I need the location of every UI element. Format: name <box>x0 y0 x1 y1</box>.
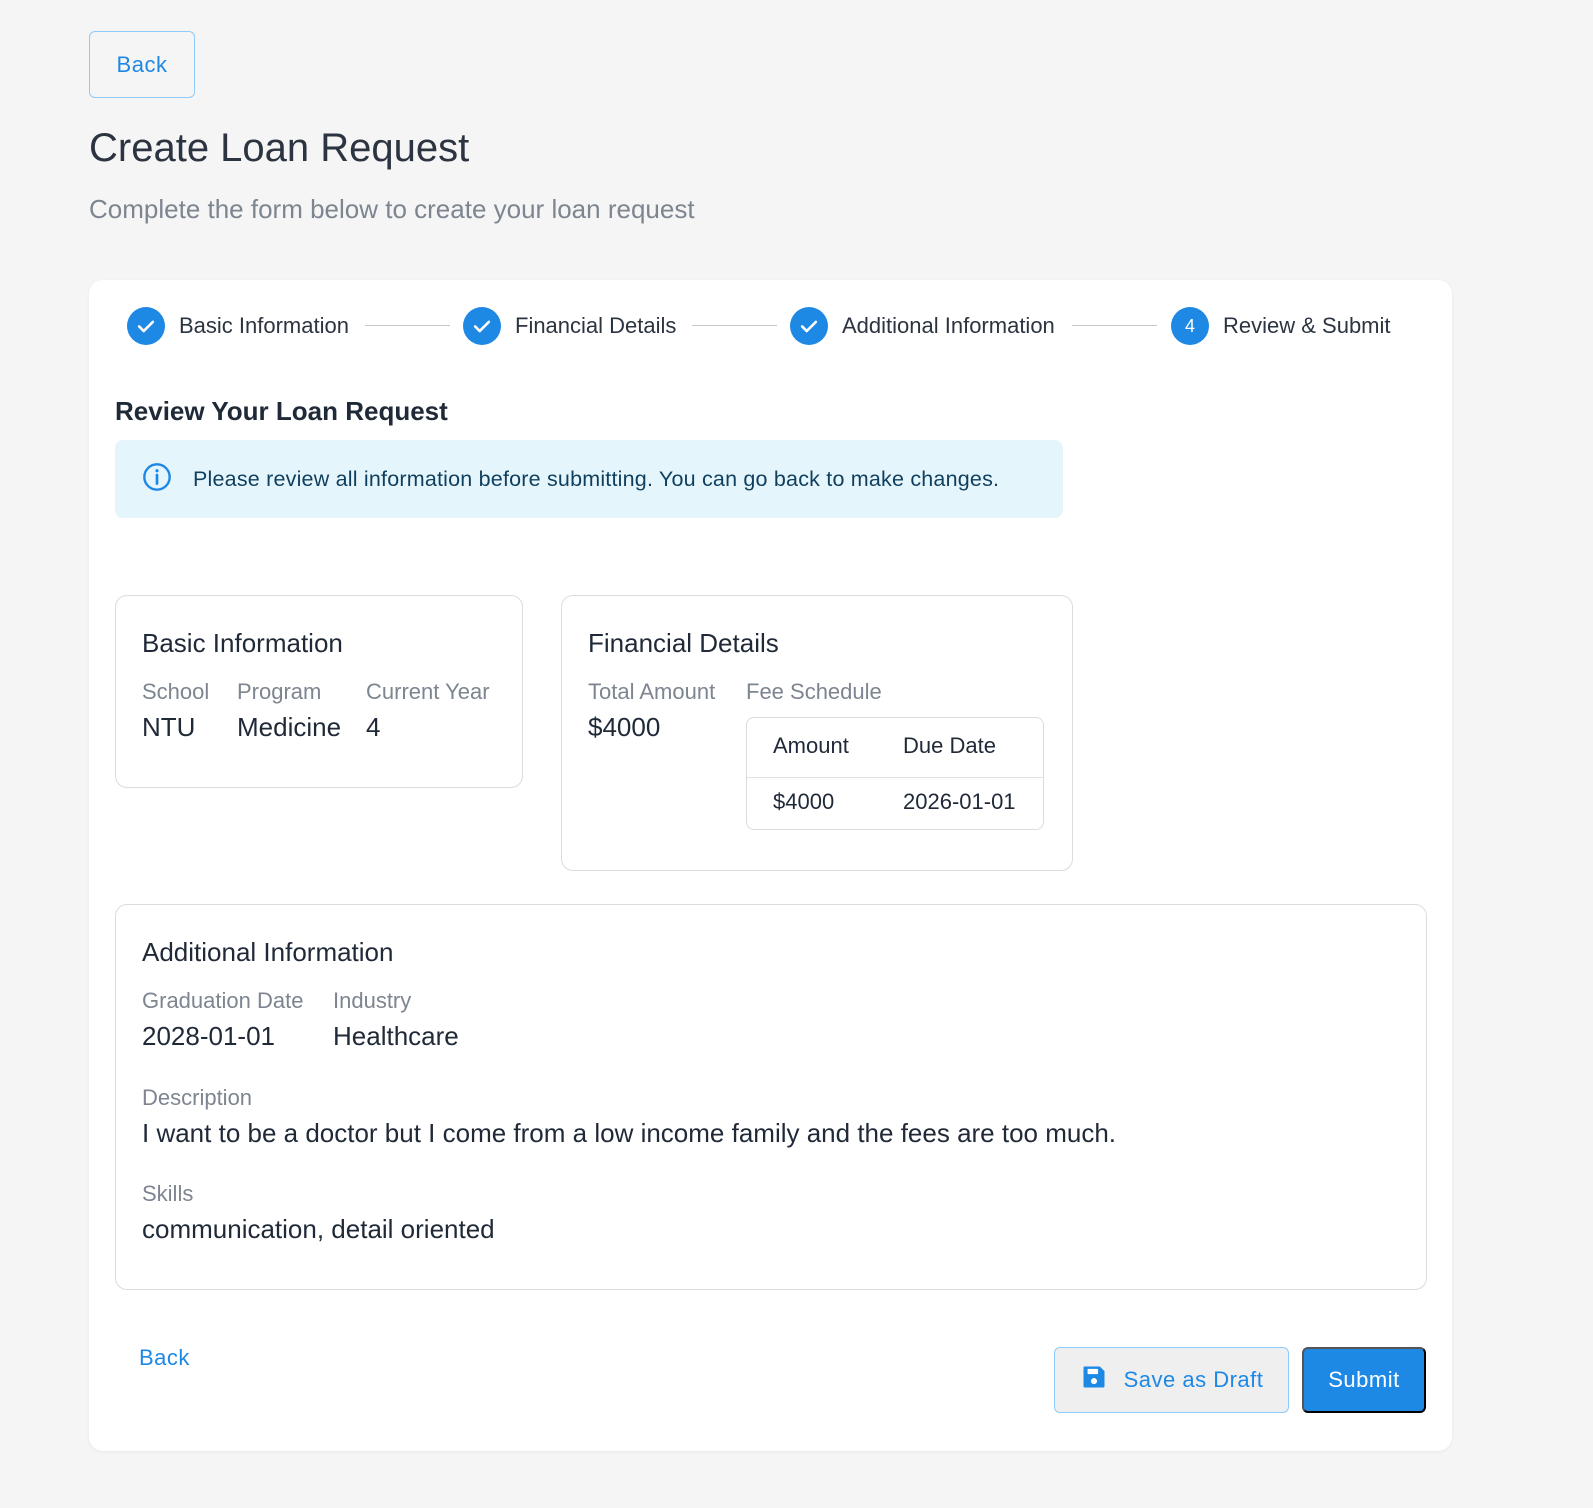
step-review-submit: 4 Review & Submit <box>1171 306 1391 346</box>
page-title: Create Loan Request <box>89 126 470 170</box>
industry-value: Healthcare <box>333 1021 459 1051</box>
basic-info-card: Basic Information School NTU Program Med… <box>115 595 523 788</box>
submit-button[interactable]: Submit <box>1302 1347 1426 1413</box>
financial-details-card: Financial Details Total Amount $4000 Fee… <box>561 595 1073 871</box>
step-label: Additional Information <box>842 313 1055 338</box>
step-label: Financial Details <box>515 313 677 338</box>
step-number: 4 <box>1171 307 1209 345</box>
table-divider <box>747 777 1043 778</box>
total-amount-value: $4000 <box>588 712 661 742</box>
step-basic-information: Basic Information <box>127 306 349 346</box>
review-section-title: Review Your Loan Request <box>115 396 448 426</box>
program-value: Medicine <box>237 712 342 742</box>
financial-details-title: Financial Details <box>588 628 779 658</box>
step-connector <box>1072 325 1157 326</box>
info-icon <box>141 461 173 498</box>
back-link[interactable]: Back <box>139 1345 190 1371</box>
additional-info-card: Additional Information Graduation Date 2… <box>115 904 1427 1290</box>
fee-schedule-label: Fee Schedule <box>746 679 882 704</box>
alert-text: Please review all information before sub… <box>193 466 1000 491</box>
check-icon <box>790 307 828 345</box>
school-value: NTU <box>142 712 196 742</box>
table-header-due-date: Due Date <box>903 733 996 758</box>
description-value: I want to be a doctor but I come from a … <box>142 1118 1117 1148</box>
check-icon <box>463 307 501 345</box>
step-connector <box>692 325 777 326</box>
info-alert: Please review all information before sub… <box>115 440 1063 518</box>
table-cell-due-date: 2026-01-01 <box>903 789 1016 814</box>
current-year-label: Current Year <box>366 679 490 704</box>
table-cell-amount: $4000 <box>773 789 835 814</box>
graduation-date-value: 2028-01-01 <box>142 1021 275 1051</box>
step-connector <box>365 325 450 326</box>
additional-info-title: Additional Information <box>142 937 394 967</box>
page-subtitle: Complete the form below to create your l… <box>89 194 695 224</box>
save-as-draft-button[interactable]: Save as Draft <box>1054 1347 1289 1413</box>
step-additional-information: Additional Information <box>790 306 1055 346</box>
skills-value: communication, detail oriented <box>142 1214 495 1244</box>
table-header-amount: Amount <box>773 733 849 758</box>
step-label: Basic Information <box>179 313 349 338</box>
current-year-value: 4 <box>366 712 381 742</box>
basic-info-title: Basic Information <box>142 628 343 658</box>
save-as-draft-label: Save as Draft <box>1123 1367 1264 1392</box>
loan-form-card: Basic Information Financial Details Addi… <box>89 280 1452 1451</box>
industry-label: Industry <box>333 988 412 1013</box>
step-financial-details: Financial Details <box>463 306 676 346</box>
check-icon <box>127 307 165 345</box>
school-label: School <box>142 679 210 704</box>
description-label: Description <box>142 1085 253 1110</box>
back-button[interactable]: Back <box>89 31 195 98</box>
fee-schedule-table: Amount Due Date $4000 2026-01-01 <box>746 717 1044 830</box>
step-label: Review & Submit <box>1223 313 1391 338</box>
total-amount-label: Total Amount <box>588 679 716 704</box>
skills-label: Skills <box>142 1181 194 1206</box>
save-icon <box>1080 1363 1108 1397</box>
program-label: Program <box>237 679 322 704</box>
graduation-date-label: Graduation Date <box>142 988 304 1013</box>
stepper: Basic Information Financial Details Addi… <box>127 306 1417 346</box>
